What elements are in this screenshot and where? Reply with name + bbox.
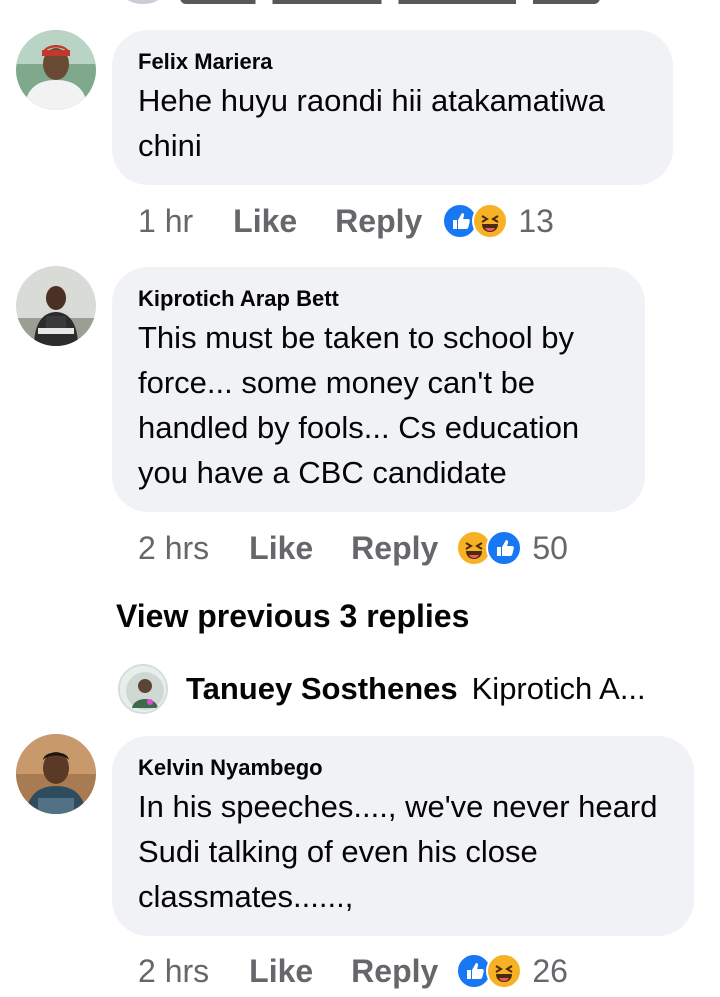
comment-timestamp[interactable]: 1 hr <box>138 203 193 240</box>
reaction-summary[interactable]: 50 <box>456 530 568 567</box>
reaction-summary[interactable]: 26 <box>456 953 568 990</box>
like-icon <box>486 530 523 566</box>
comment-bubble[interactable]: Kelvin Nyambego In his speeches...., we'… <box>112 736 694 936</box>
haha-icon <box>486 953 523 989</box>
reply-preview-row[interactable]: Tanuey Sosthenes Kiprotich A... <box>118 662 646 716</box>
reaction-count: 13 <box>518 202 554 239</box>
like-button[interactable]: Like <box>233 203 297 240</box>
avatar[interactable] <box>118 664 168 714</box>
like-button[interactable]: Like <box>249 953 313 990</box>
comment-timestamp[interactable]: 2 hrs <box>138 953 209 990</box>
comment-text: In his speeches...., we've never heard S… <box>138 789 658 914</box>
comment-author[interactable]: Kelvin Nyambego <box>138 754 668 782</box>
comment-text: This must be taken to school by force...… <box>138 320 580 490</box>
view-previous-replies-link[interactable]: View previous 3 replies <box>116 598 469 635</box>
previous-comment-remnant <box>0 0 720 8</box>
comment-author[interactable]: Felix Mariera <box>138 48 647 76</box>
reply-author[interactable]: Tanuey Sosthenes <box>186 671 458 707</box>
like-button[interactable]: Like <box>249 530 313 567</box>
avatar[interactable] <box>16 30 96 110</box>
reply-snippet: Kiprotich A... <box>471 671 646 706</box>
reply-button[interactable]: Reply <box>335 203 422 240</box>
reaction-summary[interactable]: 13 <box>442 203 554 240</box>
reply-button[interactable]: Reply <box>351 953 438 990</box>
haha-icon <box>472 203 509 239</box>
comment-author[interactable]: Kiprotich Arap Bett <box>138 285 619 313</box>
comment-bubble[interactable]: Kiprotich Arap Bett This must be taken t… <box>112 267 645 512</box>
truncated-text <box>180 0 600 4</box>
comment-timestamp[interactable]: 2 hrs <box>138 530 209 567</box>
avatar <box>122 0 164 6</box>
comment-actions: 2 hrs Like Reply 50 <box>138 526 568 570</box>
avatar[interactable] <box>16 266 96 346</box>
comment-actions: 1 hr Like Reply 13 <box>138 199 554 243</box>
comment-actions: 2 hrs Like Reply 26 <box>138 949 568 993</box>
comment-bubble[interactable]: Felix Mariera Hehe huyu raondi hii ataka… <box>112 30 673 185</box>
reaction-count: 50 <box>532 529 568 566</box>
avatar[interactable] <box>16 734 96 814</box>
reaction-count: 26 <box>532 952 568 989</box>
reply-button[interactable]: Reply <box>351 530 438 567</box>
comment-text: Hehe huyu raondi hii atakamatiwa chini <box>138 83 605 163</box>
